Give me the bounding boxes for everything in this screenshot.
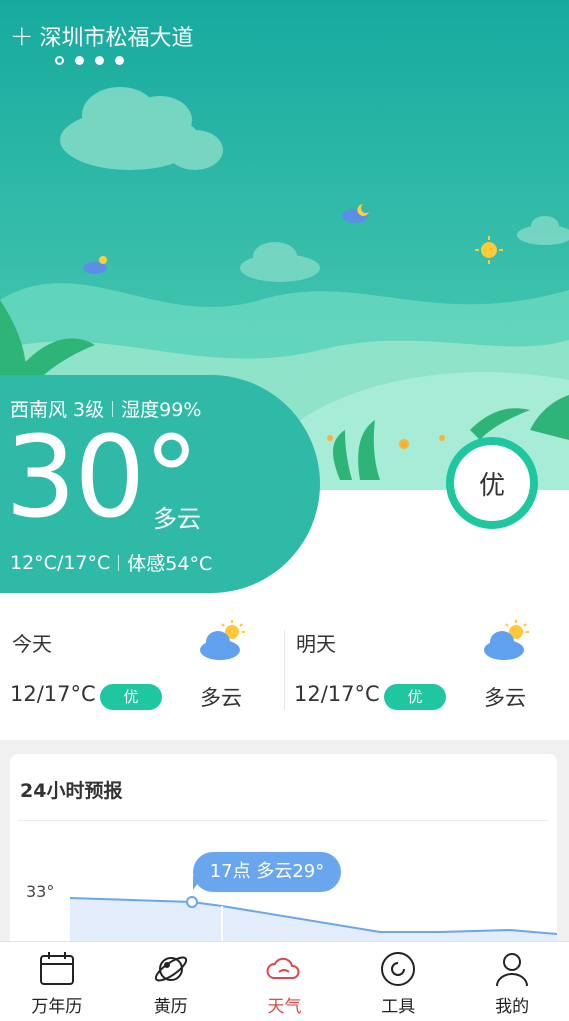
- partly-cloudy-icon: [484, 620, 529, 660]
- feels-like: 体感54°C: [127, 553, 213, 575]
- tab-weather[interactable]: 天气: [228, 942, 342, 1021]
- daily-forecast: 今天 12/17°C 优 多云 明天 12/17°C 优 多云: [0, 600, 569, 740]
- weather-hero: + 深圳市松福大道 西南风 3级 湿度99% 30° 多云 12°C/17°C …: [0, 0, 569, 600]
- tab-almanac[interactable]: 黄历: [114, 942, 228, 1021]
- day-temp: 12/17°C: [294, 682, 380, 706]
- hourly-tooltip: 17点 多云29°: [193, 852, 341, 892]
- calendar-icon: [39, 952, 74, 985]
- location-bar[interactable]: + 深圳市松福大道: [10, 20, 193, 52]
- day-temp: 12/17°C: [10, 682, 96, 706]
- forecast-today[interactable]: 今天 12/17°C 优 多云: [0, 600, 284, 740]
- aqi-label: 优: [478, 470, 505, 501]
- page-dot: [75, 56, 84, 65]
- hourly-forecast-card[interactable]: 24小时预报 17点 多云29° 33°: [10, 754, 557, 954]
- add-city-icon[interactable]: +: [10, 22, 33, 50]
- tab-profile[interactable]: 我的: [455, 942, 569, 1021]
- page-dot: [115, 56, 124, 65]
- tab-label: 万年历: [31, 997, 83, 1017]
- planet-icon: [154, 956, 187, 982]
- tab-tools[interactable]: 工具: [341, 942, 455, 1021]
- day-condition: 多云: [200, 686, 242, 710]
- temp-range: 12°C/17°C: [10, 551, 111, 574]
- current-condition: 多云: [153, 505, 201, 533]
- tab-label: 工具: [381, 997, 416, 1017]
- tab-label: 黄历: [153, 997, 188, 1017]
- day-name: 今天: [12, 632, 52, 656]
- tab-label: 天气: [267, 997, 302, 1017]
- tab-calendar[interactable]: 万年历: [0, 942, 114, 1021]
- cloud-icon: [266, 957, 300, 979]
- user-icon: [496, 953, 529, 987]
- page-dot-active: [55, 56, 64, 65]
- day-name: 明天: [296, 632, 336, 656]
- bottom-tab-bar: 万年历 黄历 天气 工具 我的: [0, 941, 569, 1021]
- hourly-current-point[interactable]: [186, 896, 198, 908]
- current-weather-card: 西南风 3级 湿度99% 30° 多云 12°C/17°C 体感54°C: [0, 375, 320, 593]
- partly-cloudy-icon: [200, 620, 245, 660]
- aqi-badge[interactable]: 优: [446, 437, 538, 529]
- page-indicator: [55, 56, 124, 65]
- day-condition: 多云: [484, 686, 526, 710]
- location-title[interactable]: 深圳市松福大道: [39, 20, 193, 52]
- day-aqi-badge: 优: [100, 684, 162, 710]
- tab-label: 我的: [495, 997, 530, 1017]
- range-feels-row: 12°C/17°C 体感54°C: [10, 549, 212, 576]
- divider: [118, 554, 120, 571]
- tools-icon: [381, 952, 416, 986]
- day-aqi-badge: 优: [384, 684, 446, 710]
- page-dot: [95, 56, 104, 65]
- forecast-tomorrow[interactable]: 明天 12/17°C 优 多云: [284, 600, 568, 740]
- y-axis-tick: 33°: [26, 882, 55, 901]
